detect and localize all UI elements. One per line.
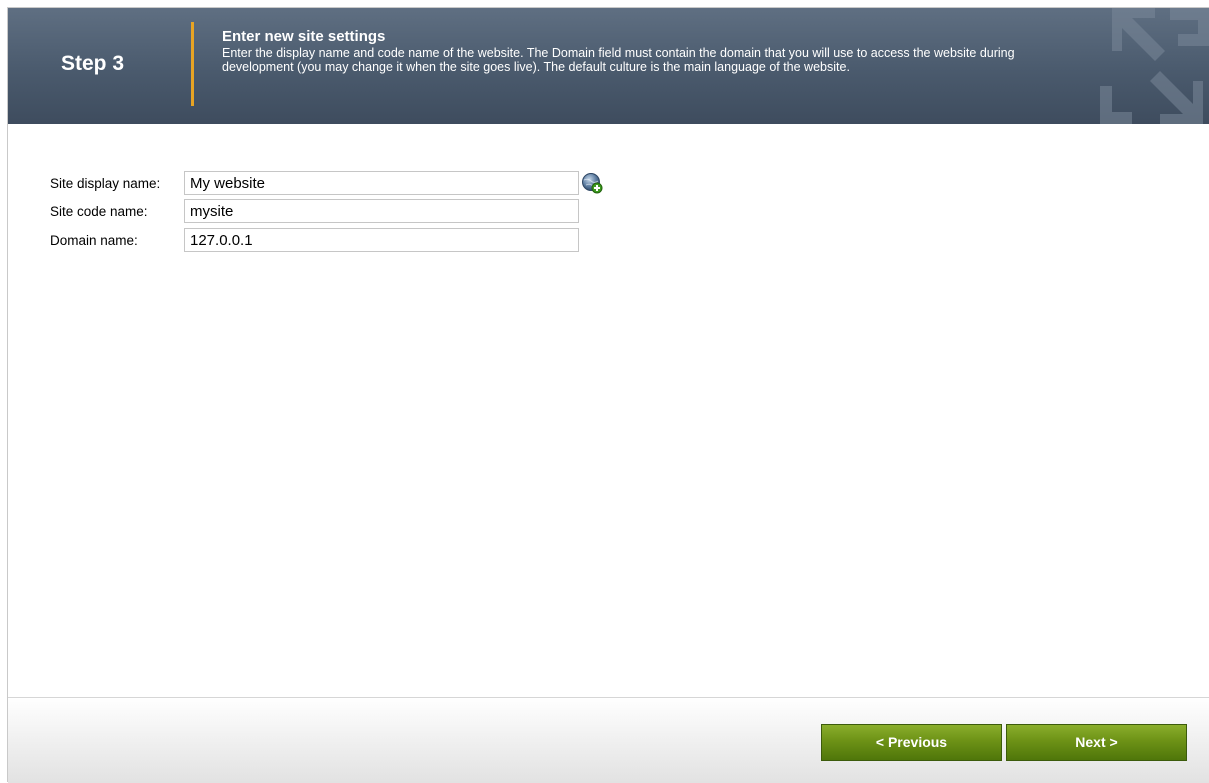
domain-name-row: Domain name: 127.0.0.1 [50,228,650,254]
site-code-name-row: Site code name: mysite [50,199,650,225]
header-title: Enter new site settings [222,28,386,45]
next-button[interactable]: Next > [1006,724,1187,761]
wizard-header: Step 3 Enter new site settings Enter the… [8,8,1209,124]
domain-name-input[interactable]: 127.0.0.1 [184,228,579,252]
arrows-decoration-icon [1100,8,1209,124]
step-divider [191,22,194,106]
previous-button[interactable]: < Previous [821,724,1002,761]
site-code-name-label: Site code name: [50,204,148,219]
wizard-window: Step 3 Enter new site settings Enter the… [7,7,1209,783]
globe-add-icon[interactable] [581,172,603,194]
step-label: Step 3 [61,52,125,75]
site-code-name-input[interactable]: mysite [184,199,579,223]
site-display-name-input[interactable]: My website [184,171,579,195]
site-display-name-row: Site display name: My website [50,171,650,197]
header-description: Enter the display name and code name of … [222,46,1015,74]
wizard-footer: < Previous Next > [8,697,1209,783]
domain-name-label: Domain name: [50,233,138,248]
site-display-name-label: Site display name: [50,176,161,191]
